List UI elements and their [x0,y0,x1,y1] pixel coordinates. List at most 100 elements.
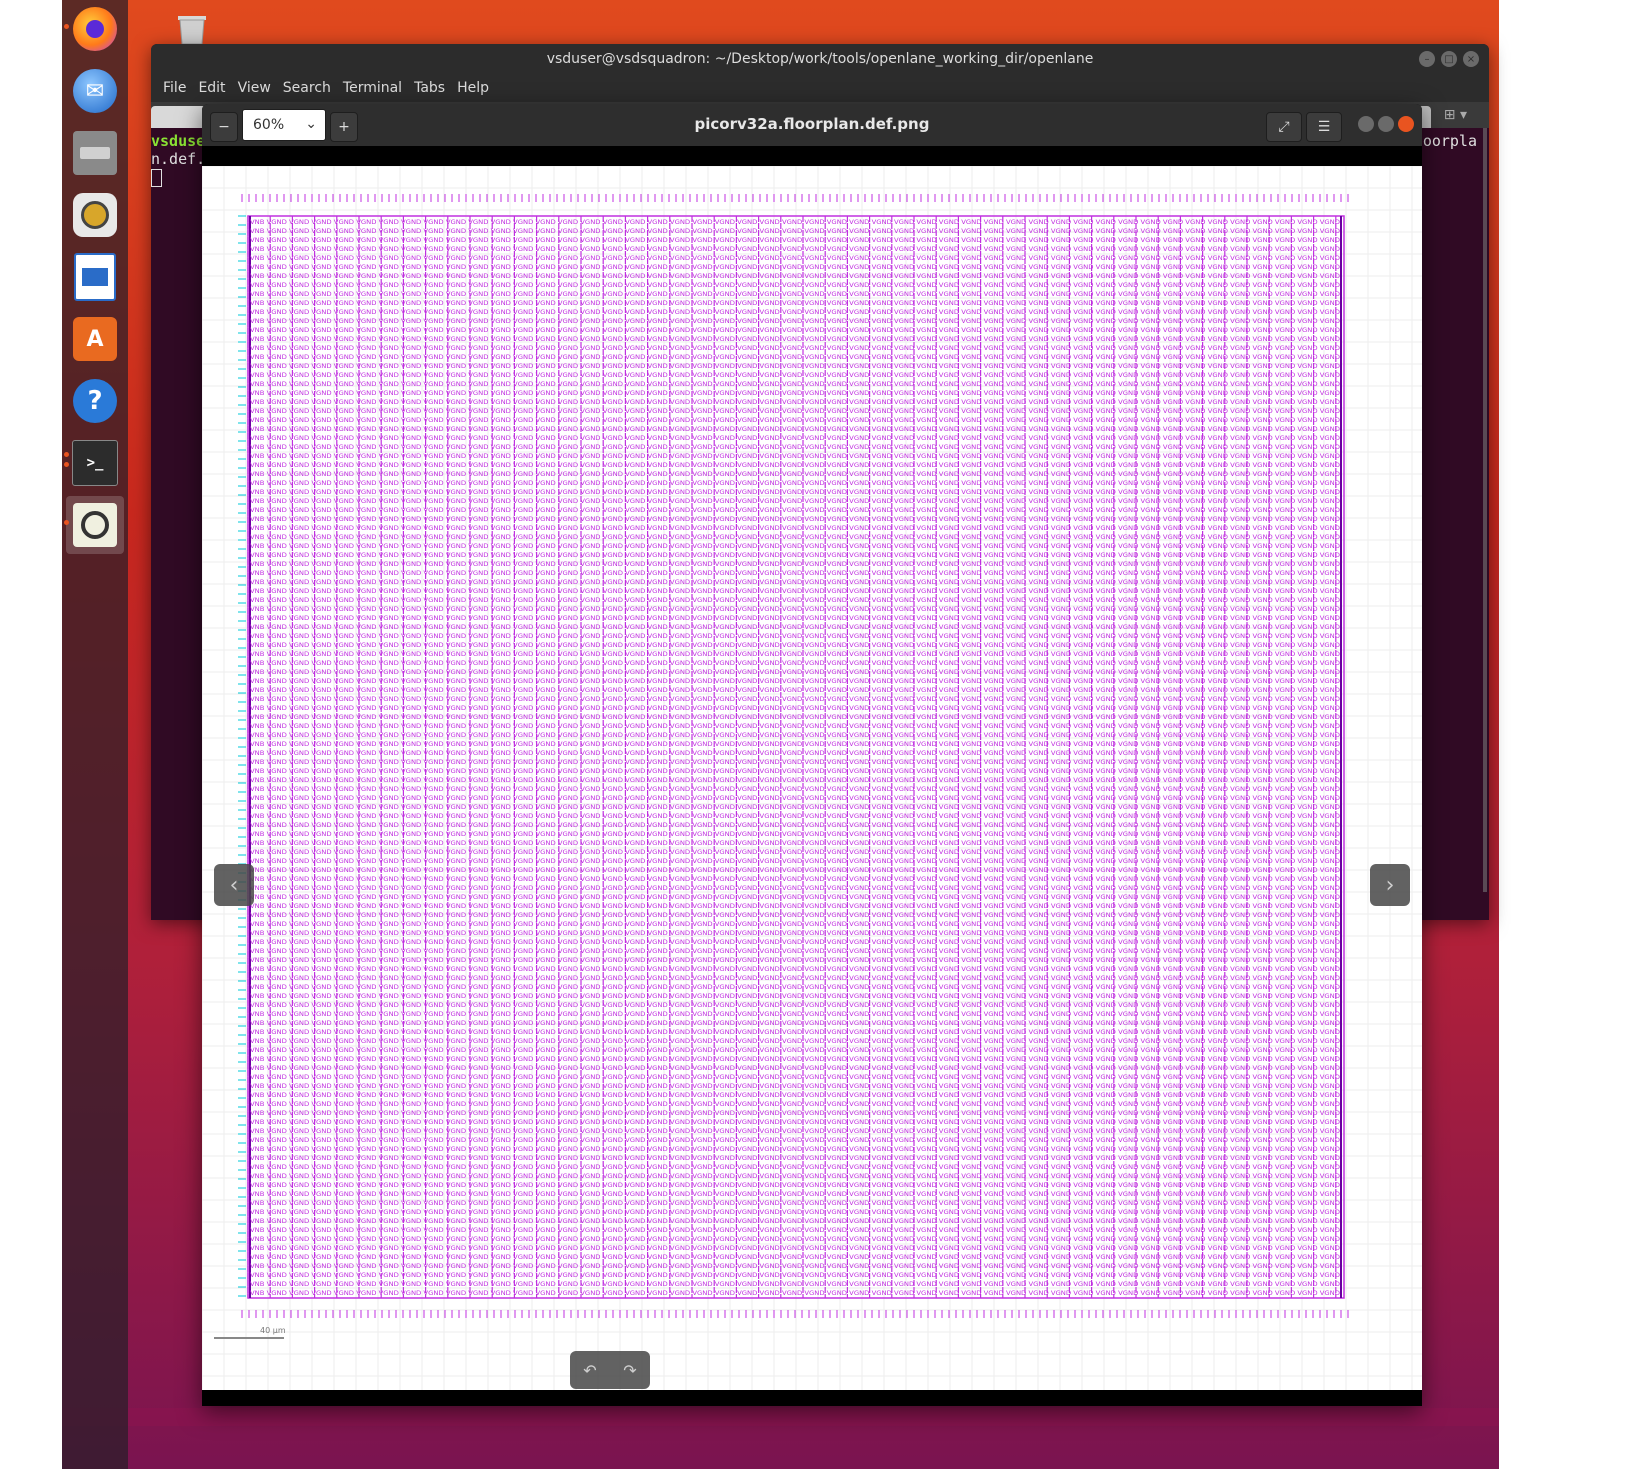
svg-text:VNB VGND VGND VGND VGND VGND V: VNB VGND VGND VGND VGND VGND VGND VGND V… [250,840,1340,847]
svg-text:VNB VGND VGND VGND VGND VGND V: VNB VGND VGND VGND VGND VGND VGND VGND V… [250,246,1340,253]
svg-text:VNB VGND VGND VGND VGND VGND V: VNB VGND VGND VGND VGND VGND VGND VGND V… [250,426,1340,433]
terminal-menubar: File Edit View Search Terminal Tabs Help [151,74,1489,102]
svg-text:VNB VGND VGND VGND VGND VGND V: VNB VGND VGND VGND VGND VGND VGND VGND V… [250,1200,1340,1207]
svg-text:VNB VGND VGND VGND VGND VGND V: VNB VGND VGND VGND VGND VGND VGND VGND V… [250,723,1340,730]
svg-text:VNB VGND VGND VGND VGND VGND V: VNB VGND VGND VGND VGND VGND VGND VGND V… [250,804,1340,811]
software-icon: A [73,317,117,361]
svg-text:VNB VGND VGND VGND VGND VGND V: VNB VGND VGND VGND VGND VGND VGND VGND V… [250,786,1340,793]
svg-text:VNB VGND VGND VGND VGND VGND V: VNB VGND VGND VGND VGND VGND VGND VGND V… [250,336,1340,343]
image-viewer-window[interactable]: − 60% ⌄ + picorv32a.floorplan.def.png ⤢ … [202,104,1422,1406]
menu-file[interactable]: File [157,80,192,96]
svg-text:VNB VGND VGND VGND VGND VGND V: VNB VGND VGND VGND VGND VGND VGND VGND V… [250,930,1340,937]
viewer-headerbar[interactable]: − 60% ⌄ + picorv32a.floorplan.def.png ⤢ … [202,104,1422,146]
minus-icon: − [218,119,230,135]
svg-text:VNB VGND VGND VGND VGND VGND V: VNB VGND VGND VGND VGND VGND VGND VGND V… [250,588,1340,595]
menu-help[interactable]: Help [451,80,495,96]
maximize-button[interactable]: □ [1441,51,1457,67]
svg-text:VNB VGND VGND VGND VGND VGND V: VNB VGND VGND VGND VGND VGND VGND VGND V… [250,1218,1340,1225]
close-button[interactable]: × [1463,51,1479,67]
svg-text:VNB VGND VGND VGND VGND VGND V: VNB VGND VGND VGND VGND VGND VGND VGND V… [250,1155,1340,1162]
image-canvas[interactable]: VNB VGND VGND VGND VGND VGND VGND VGND V… [202,146,1422,1406]
terminal-launcher[interactable]: >_ [64,434,124,492]
svg-text:VNB VGND VGND VGND VGND VGND V: VNB VGND VGND VGND VGND VGND VGND VGND V… [250,714,1340,721]
rotate-right-icon[interactable]: ↷ [623,1361,636,1380]
rotate-left-icon[interactable]: ↶ [583,1361,596,1380]
terminal-line-fragment: oorpla [1422,132,1477,150]
svg-text:VNB VGND VGND VGND VGND VGND V: VNB VGND VGND VGND VGND VGND VGND VGND V… [250,1191,1340,1198]
dock: ✉ A ? >_ [62,0,128,1469]
thunderbird-icon: ✉ [73,69,117,113]
trash-icon[interactable] [174,14,210,44]
maximize-button[interactable] [1378,116,1394,132]
svg-text:VNB VGND VGND VGND VGND VGND V: VNB VGND VGND VGND VGND VGND VGND VGND V… [250,912,1340,919]
svg-text:VNB VGND VGND VGND VGND VGND V: VNB VGND VGND VGND VGND VGND VGND VGND V… [250,363,1340,370]
svg-text:VNB VGND VGND VGND VGND VGND V: VNB VGND VGND VGND VGND VGND VGND VGND V… [250,237,1340,244]
zoom-select[interactable]: 60% ⌄ [242,109,326,141]
svg-text:VNB VGND VGND VGND VGND VGND V: VNB VGND VGND VGND VGND VGND VGND VGND V… [250,1020,1340,1027]
minimize-button[interactable]: – [1419,51,1435,67]
menu-search[interactable]: Search [277,80,337,96]
svg-text:VNB VGND VGND VGND VGND VGND V: VNB VGND VGND VGND VGND VGND VGND VGND V… [250,993,1340,1000]
svg-text:VNB VGND VGND VGND VGND VGND V: VNB VGND VGND VGND VGND VGND VGND VGND V… [250,669,1340,676]
svg-text:VNB VGND VGND VGND VGND VGND V: VNB VGND VGND VGND VGND VGND VGND VGND V… [250,543,1340,550]
svg-text:VNB VGND VGND VGND VGND VGND V: VNB VGND VGND VGND VGND VGND VGND VGND V… [250,1101,1340,1108]
svg-text:VNB VGND VGND VGND VGND VGND V: VNB VGND VGND VGND VGND VGND VGND VGND V… [250,1182,1340,1189]
thunderbird-launcher[interactable]: ✉ [66,62,124,120]
hamburger-icon: ☰ [1317,119,1331,135]
svg-text:VNB VGND VGND VGND VGND VGND V: VNB VGND VGND VGND VGND VGND VGND VGND V… [250,435,1340,442]
svg-text:VNB VGND VGND VGND VGND VGND V: VNB VGND VGND VGND VGND VGND VGND VGND V… [250,534,1340,541]
image-viewer-icon [73,503,117,547]
terminal-scrollbar[interactable] [1483,128,1487,892]
previous-image-button[interactable]: ‹ [214,864,254,906]
svg-text:VNB VGND VGND VGND VGND VGND V: VNB VGND VGND VGND VGND VGND VGND VGND V… [250,984,1340,991]
terminal-line-2: n.def. [151,150,206,168]
svg-text:VNB VGND VGND VGND VGND VGND V: VNB VGND VGND VGND VGND VGND VGND VGND V… [250,561,1340,568]
svg-text:VNB VGND VGND VGND VGND VGND V: VNB VGND VGND VGND VGND VGND VGND VGND V… [250,390,1340,397]
svg-text:VNB VGND VGND VGND VGND VGND V: VNB VGND VGND VGND VGND VGND VGND VGND V… [250,597,1340,604]
rhythmbox-icon [73,193,117,237]
svg-text:VNB VGND VGND VGND VGND VGND V: VNB VGND VGND VGND VGND VGND VGND VGND V… [250,1137,1340,1144]
svg-text:VNB VGND VGND VGND VGND VGND V: VNB VGND VGND VGND VGND VGND VGND VGND V… [250,903,1340,910]
menu-edit[interactable]: Edit [192,80,231,96]
zoom-in-button[interactable]: + [330,112,358,142]
svg-text:VNB VGND VGND VGND VGND VGND V: VNB VGND VGND VGND VGND VGND VGND VGND V… [250,849,1340,856]
svg-text:VNB VGND VGND VGND VGND VGND V: VNB VGND VGND VGND VGND VGND VGND VGND V… [250,1281,1340,1288]
menu-button[interactable]: ☰ [1306,112,1342,142]
svg-text:VNB VGND VGND VGND VGND VGND V: VNB VGND VGND VGND VGND VGND VGND VGND V… [250,1128,1340,1135]
software-launcher[interactable]: A [66,310,124,368]
fullscreen-button[interactable]: ⤢ [1266,112,1302,142]
prompt-user: vsduse [151,132,206,150]
rhythmbox-launcher[interactable] [66,186,124,244]
svg-text:VNB VGND VGND VGND VGND VGND V: VNB VGND VGND VGND VGND VGND VGND VGND V… [250,300,1340,307]
svg-text:VNB VGND VGND VGND VGND VGND V: VNB VGND VGND VGND VGND VGND VGND VGND V… [250,1119,1340,1126]
svg-text:VNB VGND VGND VGND VGND VGND V: VNB VGND VGND VGND VGND VGND VGND VGND V… [250,696,1340,703]
terminal-titlebar[interactable]: vsduser@vsdsquadron: ~/Desktop/work/tool… [151,44,1489,74]
files-launcher[interactable] [66,124,124,182]
svg-text:VNB VGND VGND VGND VGND VGND V: VNB VGND VGND VGND VGND VGND VGND VGND V… [250,1263,1340,1270]
menu-tabs[interactable]: Tabs [408,80,451,96]
close-button[interactable] [1398,116,1414,132]
menu-terminal[interactable]: Terminal [337,80,408,96]
svg-text:VNB VGND VGND VGND VGND VGND V: VNB VGND VGND VGND VGND VGND VGND VGND V… [250,966,1340,973]
help-launcher[interactable]: ? [66,372,124,430]
image-viewer-launcher[interactable] [64,496,124,554]
new-tab-icon[interactable]: ⊞ ▾ [1444,107,1467,123]
svg-text:VNB VGND VGND VGND VGND VGND V: VNB VGND VGND VGND VGND VGND VGND VGND V… [250,822,1340,829]
chevron-down-icon: ⌄ [305,116,317,132]
svg-text:VNB VGND VGND VGND VGND VGND V: VNB VGND VGND VGND VGND VGND VGND VGND V… [250,345,1340,352]
svg-text:VNB VGND VGND VGND VGND VGND V: VNB VGND VGND VGND VGND VGND VGND VGND V… [250,291,1340,298]
svg-text:VNB VGND VGND VGND VGND VGND V: VNB VGND VGND VGND VGND VGND VGND VGND V… [250,750,1340,757]
zoom-out-button[interactable]: − [210,112,238,142]
svg-text:VNB VGND VGND VGND VGND VGND V: VNB VGND VGND VGND VGND VGND VGND VGND V… [250,354,1340,361]
svg-text:VNB VGND VGND VGND VGND VGND V: VNB VGND VGND VGND VGND VGND VGND VGND V… [250,1245,1340,1252]
minimize-button[interactable] [1358,116,1374,132]
svg-text:VNB VGND VGND VGND VGND VGND V: VNB VGND VGND VGND VGND VGND VGND VGND V… [250,1038,1340,1045]
next-image-button[interactable]: › [1370,864,1410,906]
firefox-launcher[interactable] [64,0,124,58]
svg-text:VNB VGND VGND VGND VGND VGND V: VNB VGND VGND VGND VGND VGND VGND VGND V… [250,309,1340,316]
menu-view[interactable]: View [232,80,277,96]
writer-launcher[interactable] [66,248,124,306]
svg-text:VNB VGND VGND VGND VGND VGND V: VNB VGND VGND VGND VGND VGND VGND VGND V… [250,651,1340,658]
svg-text:VNB VGND VGND VGND VGND VGND V: VNB VGND VGND VGND VGND VGND VGND VGND V… [250,399,1340,406]
svg-text:VNB VGND VGND VGND VGND VGND V: VNB VGND VGND VGND VGND VGND VGND VGND V… [250,318,1340,325]
